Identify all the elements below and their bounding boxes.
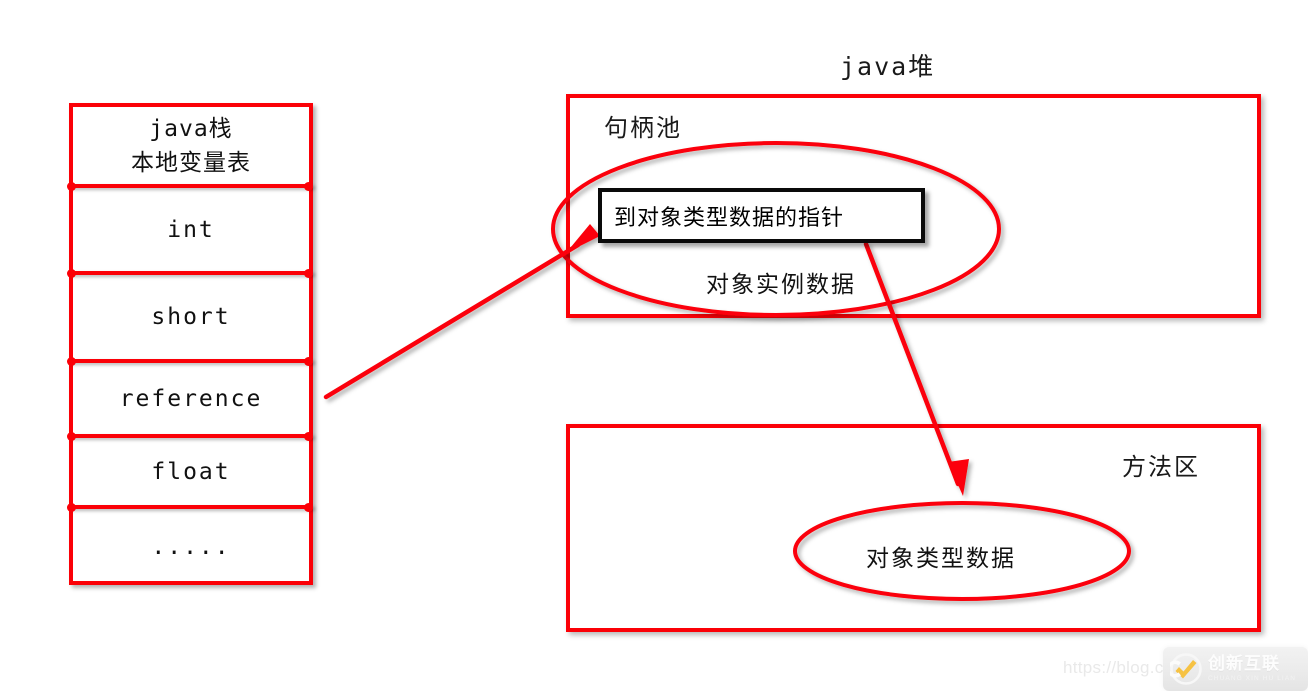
object-type-data-label: 对象类型数据 [866,546,1016,572]
brand-text-group: 创新互联 CHUANG XIN HU LIAN [1208,653,1297,683]
stack-row-label: int [167,216,215,243]
brand-logo-icon [1167,653,1202,685]
diagram-canvas: java堆 java栈 本地变量表 int short reference fl… [0,0,1308,691]
brand-name: 创新互联 [1208,653,1280,674]
stack-cell-int: int [73,188,309,271]
stack-row-label: reference [119,385,263,412]
brand-pinyin: CHUANG XIN HU LIAN [1208,674,1297,682]
stack-cell-ellipsis: ..... [73,509,309,585]
pointer-box-label: 到对象类型数据的指针 [614,205,845,231]
stack-cell-float: float [73,438,309,505]
watermark-badge: 创新互联 CHUANG XIN HU LIAN [1163,647,1308,691]
pointer-to-type-data-box: 到对象类型数据的指针 [598,188,925,243]
stack-row-label: float [151,458,231,485]
stack-row-label: short [151,304,231,330]
stack-header-line2: 本地变量表 [131,150,251,176]
stack-header-line1: java栈 [149,115,233,142]
stack-cell-reference: reference [73,363,309,434]
stack-cell-short: short [73,275,309,359]
stack-cell-header: java栈 本地变量表 [73,107,309,185]
heap-title: java堆 [840,52,936,81]
stack-row-label: ..... [151,534,231,560]
handle-pool-label: 句柄池 [604,114,682,142]
instance-data-label: 对象实例数据 [706,272,856,298]
reference-to-handle-arrow [323,224,600,400]
stack-header-label: java栈 本地变量表 [131,112,251,181]
method-area-label: 方法区 [1122,453,1200,481]
java-stack-box: java栈 本地变量表 int short reference float ..… [67,103,313,585]
